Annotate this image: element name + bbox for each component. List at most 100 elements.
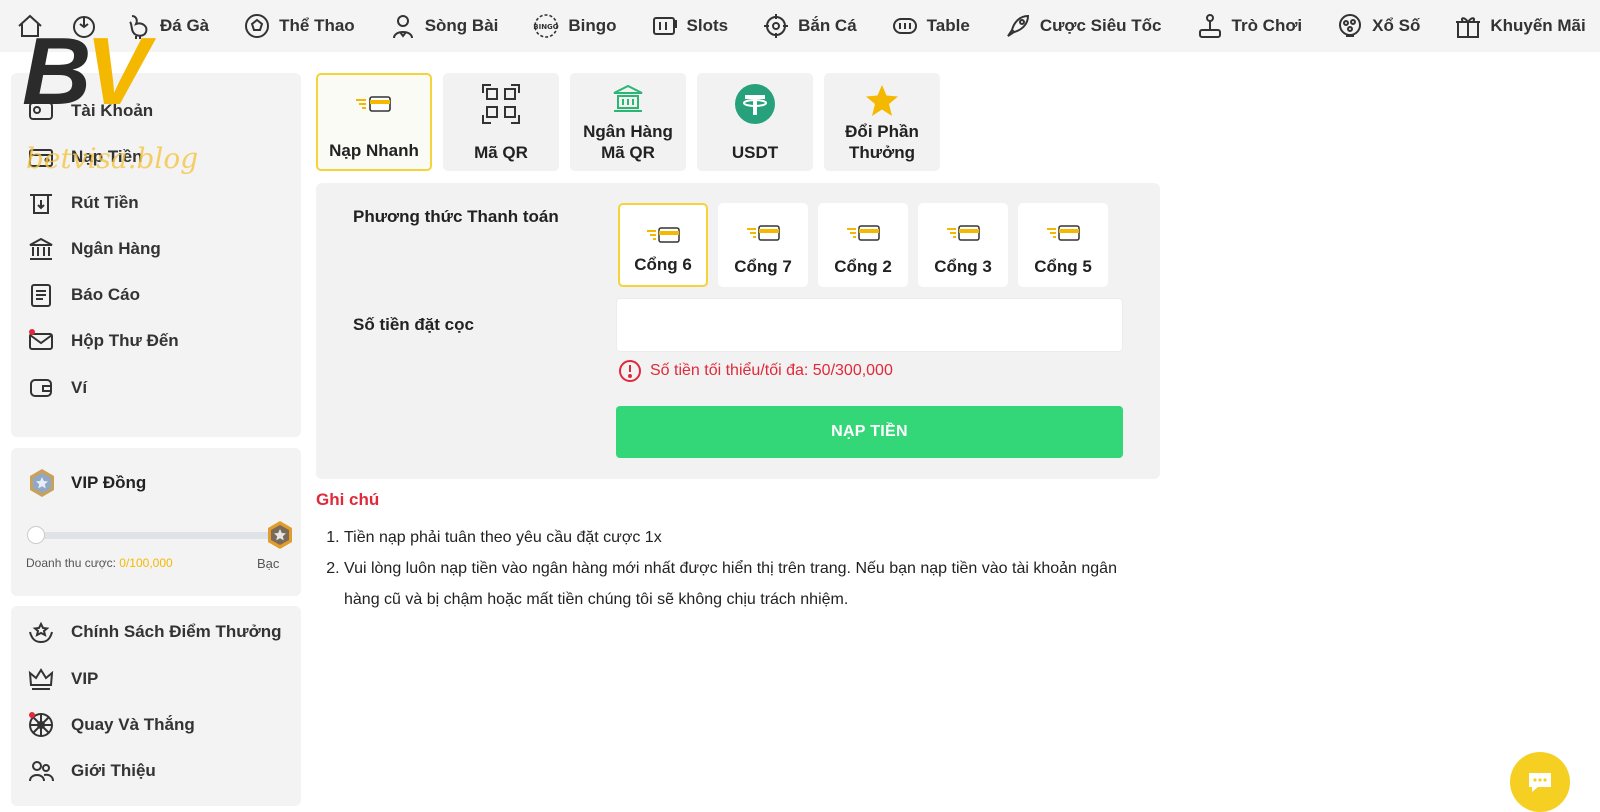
card-icon <box>847 225 880 241</box>
joystick-icon <box>1198 14 1221 38</box>
crown-icon <box>28 668 54 690</box>
nav-label: Trò Chơi <box>1231 16 1303 35</box>
sidebar-item-quay-va-thang[interactable]: Quay Và Thắng <box>27 711 195 739</box>
lottery-icon <box>1339 14 1362 37</box>
qr-code-icon <box>482 84 520 124</box>
logo-watermark: betvisa.blog <box>26 142 199 175</box>
top-nav: Đá Gà Thể Thao Sòng Bài BINGO Bingo Slot… <box>0 0 1600 52</box>
sidebar-item-chinh-sach[interactable]: Chính Sách Điểm Thưởng <box>27 618 281 646</box>
tab-label: Đổi Phần Thưởng <box>845 122 919 162</box>
soccer-ball-icon <box>245 14 270 38</box>
nav-cuoc-sieu-toc[interactable]: Cược Siêu Tốc <box>1004 12 1162 40</box>
nav-xo-so[interactable]: Xổ Số <box>1336 12 1420 40</box>
nav-table[interactable]: Table <box>891 12 970 40</box>
notification-dot <box>29 712 35 718</box>
sidebar-item-bao-cao[interactable]: Báo Cáo <box>27 281 140 309</box>
rocket-icon <box>1006 14 1029 37</box>
sidebar-item-label: Ví <box>71 378 88 397</box>
sidebar-item-rut-tien[interactable]: Rút Tiền <box>27 189 139 217</box>
deposit-amount-input[interactable] <box>616 298 1123 352</box>
sidebar-item-vi[interactable]: Ví <box>27 374 87 402</box>
sidebar-item-ngan-hang[interactable]: Ngân Hàng <box>27 235 161 263</box>
sidebar-item-label: Hộp Thư Đến <box>71 331 179 350</box>
nav-label: Slots <box>686 16 729 35</box>
report-icon <box>31 284 51 307</box>
tab-nap-nhanh[interactable]: Nạp Nhanh <box>316 73 432 171</box>
notes-title: Ghi chú <box>316 490 380 509</box>
tab-usdt[interactable]: USDT <box>697 73 813 171</box>
turnover-value: 0/100,000 <box>119 556 173 570</box>
gate-option-cong-3[interactable]: Cổng 3 <box>918 203 1008 287</box>
silver-medal-icon <box>268 521 292 549</box>
wallet-icon <box>30 379 52 397</box>
sidebar-item-gioi-thieu[interactable]: Giới Thiệu <box>27 757 156 785</box>
sidebar-item-vip[interactable]: VIP <box>27 665 98 693</box>
tab-ngan-hang-ma-qr[interactable]: Ngân Hàng Mã QR <box>570 73 686 171</box>
warning-text: Số tiền tối thiểu/tối đa: 50/300,000 <box>650 362 893 379</box>
bronze-medal-icon <box>30 469 54 497</box>
reward-hands-icon <box>29 621 53 644</box>
star-icon <box>866 85 898 116</box>
nav-label: Table <box>926 16 970 35</box>
vip-progress-track <box>31 532 273 539</box>
sidebar-item-hop-thu-den[interactable]: Hộp Thư Đến <box>27 327 179 355</box>
nav-label: Khuyến Mãi <box>1490 16 1586 35</box>
gate-label: Cổng 6 <box>634 255 692 274</box>
nav-bingo[interactable]: BINGO Bingo <box>532 12 617 40</box>
sidebar-item-label: VIP <box>71 669 99 688</box>
nav-label: Thể Thao <box>279 16 355 35</box>
vip-next-tier: Bạc <box>257 556 280 571</box>
sidebar-item-label: Báo Cáo <box>71 285 140 304</box>
svg-text:BINGO: BINGO <box>534 23 560 31</box>
tab-doi-phan-thuong[interactable]: Đổi Phần Thưởng <box>824 73 940 171</box>
fast-card-icon <box>356 96 391 112</box>
gate-label: Cổng 2 <box>834 257 892 276</box>
withdraw-icon <box>30 194 52 214</box>
deposit-submit-button[interactable]: NẠP TIỀN <box>616 406 1123 458</box>
bank-icon <box>29 237 53 260</box>
table-game-icon <box>892 18 917 34</box>
brand-logo[interactable]: BV betvisa.blog <box>22 24 198 184</box>
card-icon <box>1047 225 1080 241</box>
nav-the-thao[interactable]: Thể Thao <box>243 12 355 40</box>
nav-tro-choi[interactable]: Trò Chơi <box>1196 12 1303 40</box>
tab-ma-qr[interactable]: Mã QR <box>443 73 559 171</box>
tab-label: Nạp Nhanh <box>329 141 419 160</box>
live-chat-button[interactable] <box>1510 752 1570 812</box>
extra-menu: Chính Sách Điểm Thưởng VIP Quay Và Thắng… <box>11 606 301 806</box>
gate-label: Cổng 7 <box>734 257 792 276</box>
unread-dot <box>29 329 35 335</box>
nav-slots[interactable]: Slots <box>651 12 729 40</box>
sidebar-item-label: Chính Sách Điểm Thưởng <box>71 622 282 641</box>
vip-level: VIP Đồng <box>27 468 146 498</box>
vip-progress-knob <box>27 526 45 544</box>
note-item: Vui lòng luôn nạp tiền vào ngân hàng mới… <box>344 553 1156 615</box>
gate-label: Cổng 5 <box>1034 257 1092 276</box>
chat-icon <box>1529 773 1551 792</box>
nav-khuyen-mai[interactable]: Khuyến Mãi <box>1454 12 1586 40</box>
sidebar-item-label: Ngân Hàng <box>71 239 161 258</box>
nav-ban-ca[interactable]: Bắn Cá <box>762 12 857 40</box>
gate-option-cong-2[interactable]: Cổng 2 <box>818 203 908 287</box>
gate-option-cong-6[interactable]: Cổng 6 <box>618 203 708 287</box>
gate-option-cong-7[interactable]: Cổng 7 <box>718 203 808 287</box>
sidebar-item-label: Quay Và Thắng <box>71 715 195 734</box>
alert-circle-icon <box>619 360 641 382</box>
deposit-amount-label: Số tiền đặt cọc <box>353 315 474 334</box>
tab-label: USDT <box>731 143 779 162</box>
vip-turnover: Doanh thu cược: 0/100,000 <box>26 556 173 570</box>
card-icon <box>747 225 780 241</box>
nav-song-bai[interactable]: Sòng Bài <box>389 12 499 40</box>
tab-label: Mã QR <box>474 143 528 162</box>
slot-machine-icon <box>652 17 677 35</box>
sidebar-item-label: Giới Thiệu <box>71 761 156 780</box>
amount-limit-warning: Số tiền tối thiểu/tối đa: 50/300,000 <box>618 359 893 383</box>
gate-option-cong-5[interactable]: Cổng 5 <box>1018 203 1108 287</box>
gate-label: Cổng 3 <box>934 257 992 276</box>
nav-label: Sòng Bài <box>424 16 499 35</box>
turnover-label: Doanh thu cược: <box>26 556 116 570</box>
sidebar-item-label: Rút Tiền <box>71 193 139 212</box>
vip-title: VIP Đồng <box>71 473 147 492</box>
vip-panel: VIP Đồng Doanh thu cược: 0/100,000 Bạc <box>11 448 301 596</box>
card-icon <box>947 225 980 241</box>
